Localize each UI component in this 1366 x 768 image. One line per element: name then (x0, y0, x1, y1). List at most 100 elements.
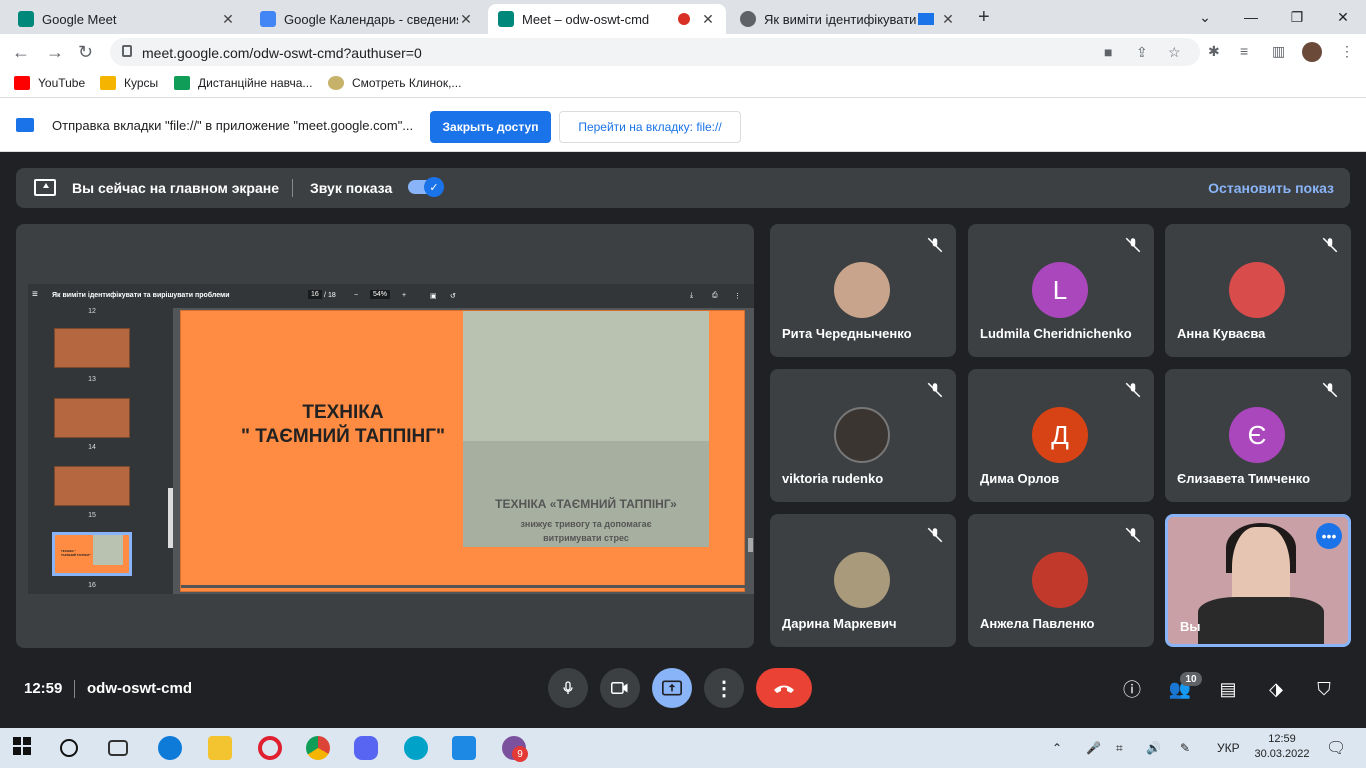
camera-icon[interactable]: ■ (1104, 44, 1112, 60)
profile-avatar[interactable] (1302, 42, 1322, 62)
participant-tile[interactable]: Анжела Павленко (968, 514, 1154, 647)
close-window-button[interactable]: ✕ (1320, 0, 1366, 34)
volume-icon[interactable]: 🔊 (1146, 741, 1161, 755)
back-button[interactable]: ← (12, 42, 30, 63)
tab-pdf[interactable]: Як виміти ідентифікувати та ✕ (730, 4, 966, 34)
mic-tray-icon[interactable]: 🎤 (1086, 741, 1101, 755)
microphone-button[interactable] (548, 668, 588, 708)
chat-button[interactable]: ▤ (1215, 676, 1241, 702)
system-clock[interactable]: 12:59 30.03.2022 (1254, 732, 1310, 762)
browser-toolbar: ← → ↻ meet.google.com/odw-oswt-cmd?authu… (0, 34, 1366, 70)
participant-tile[interactable]: L Ludmila Cheridnichenko (968, 224, 1154, 357)
file-explorer-icon[interactable] (208, 736, 232, 760)
participant-avatar (834, 552, 890, 608)
pdf-scrollbar (748, 538, 753, 552)
close-icon[interactable]: ✕ (220, 11, 236, 28)
more-icon: ⋮ (734, 293, 741, 300)
menu-icon[interactable]: ⋮ (1340, 43, 1354, 60)
participant-avatar (834, 262, 890, 318)
edge-icon[interactable] (158, 736, 182, 760)
windows-start-icon[interactable] (12, 736, 36, 760)
side-panel-icon[interactable]: ▥ (1272, 43, 1285, 60)
slide-subtitle: знижує тривогу та допомагає витримувати … (520, 519, 652, 543)
bookmark-courses[interactable]: Курсы (100, 76, 158, 90)
opera-icon[interactable] (258, 736, 282, 760)
host-controls-button[interactable]: ⛉ (1311, 676, 1337, 702)
divider (74, 680, 75, 698)
participant-avatar (834, 407, 890, 463)
hangup-icon (774, 685, 794, 693)
shield-icon: ⛉ (1317, 678, 1331, 699)
media-icon[interactable]: ≡ (1240, 43, 1248, 59)
language-indicator[interactable]: УКР (1217, 741, 1240, 755)
close-icon[interactable]: ✕ (700, 11, 716, 28)
mic-off-icon (1125, 527, 1141, 543)
minimize-button[interactable]: — (1228, 0, 1274, 34)
fit-page-icon: ▣ (430, 293, 437, 300)
notification-icon[interactable]: 🗨 (1326, 738, 1346, 758)
tab-search-button[interactable]: ⌄ (1182, 0, 1228, 34)
present-button[interactable] (652, 668, 692, 708)
more-options-button[interactable]: ⋮ (704, 668, 744, 708)
bookmark-watch[interactable]: Смотреть Клинок,... (328, 76, 461, 90)
activities-button[interactable]: ⬗ (1263, 676, 1289, 702)
tab-google-meet[interactable]: Google Meet ✕ (8, 4, 246, 34)
self-view-tile[interactable]: ••• Вы (1165, 514, 1351, 647)
clipchamp-icon[interactable] (404, 736, 428, 760)
camera-button[interactable] (600, 668, 640, 708)
more-options-icon[interactable]: ••• (1316, 523, 1342, 549)
close-icon[interactable]: ✕ (458, 11, 474, 28)
browser-tab-strip: Google Meet ✕ Google Календарь - сведени… (0, 0, 1366, 34)
reload-button[interactable]: ↻ (78, 42, 93, 63)
sound-toggle[interactable]: ✓ (408, 177, 444, 197)
screen-share-icon (16, 118, 34, 132)
star-icon[interactable]: ☆ (1168, 44, 1181, 61)
search-icon[interactable] (60, 739, 78, 757)
slide-page: ТЕХНІКА " ТАЄМНИЙ ТАППІНГ" ТЕХНІКА «ТАЄМ… (180, 310, 746, 592)
forward-button[interactable]: → (46, 42, 64, 63)
address-bar[interactable]: meet.google.com/odw-oswt-cmd?authuser=0 … (110, 38, 1200, 66)
mic-off-icon (1125, 382, 1141, 398)
discord-icon[interactable] (354, 736, 378, 760)
calendar-icon (260, 11, 276, 27)
participant-tile[interactable]: Рита Чередныченко (770, 224, 956, 357)
restore-button[interactable]: ❐ (1274, 0, 1320, 34)
chat-icon: ▤ (1219, 678, 1237, 699)
pdf-viewer: 12 13 14 15 ТЕХНІКА " ТАЄМНИЙ ТАППІНГ" 1… (28, 308, 754, 594)
participant-tile[interactable]: Д Дима Орлов (968, 369, 1154, 502)
bookmark-distance[interactable]: Дистанційне навча... (174, 76, 312, 90)
present-screen-icon (34, 179, 56, 196)
participant-avatar (1229, 262, 1285, 318)
share-icon[interactable]: ⇪ (1136, 44, 1148, 61)
tab-meet-active[interactable]: Meet – odw-oswt-cmd ✕ (488, 4, 726, 34)
mic-off-icon (927, 382, 943, 398)
leave-call-button[interactable] (756, 668, 812, 708)
participant-tile[interactable]: Анна Куваєва (1165, 224, 1351, 357)
participant-tile[interactable]: viktoria rudenko (770, 369, 956, 502)
chevron-up-icon[interactable]: ⌃ (1052, 741, 1062, 755)
pen-icon[interactable]: ✎ (1180, 741, 1190, 755)
go-to-tab-button[interactable]: Перейти на вкладку: file:// (559, 111, 741, 143)
mic-off-icon (927, 237, 943, 253)
more-vert-icon: ⋮ (714, 677, 734, 700)
stop-sharing-button[interactable]: Закрыть доступ (430, 111, 551, 143)
new-tab-button[interactable]: + (978, 6, 990, 29)
stop-presenting-button[interactable]: Остановить показ (1208, 180, 1334, 196)
print-icon: ⎙ (712, 292, 718, 299)
extensions-icon[interactable]: ✱ (1208, 43, 1220, 60)
windows-taskbar: 9 ⌃ 🎤 ⌗ 🔊 ✎ УКР 12:59 30.03.2022 🗨 (0, 728, 1366, 768)
participant-tile[interactable]: Є Єлизавета Тимченко (1165, 369, 1351, 502)
thumbnail-page (54, 466, 130, 506)
photos-icon[interactable] (452, 736, 476, 760)
bookmarks-bar: YouTube Курсы Дистанційне навча... Смотр… (0, 70, 1366, 98)
chrome-icon[interactable] (306, 736, 330, 760)
bookmark-youtube[interactable]: YouTube (14, 76, 85, 90)
meeting-details-button[interactable]: ⓘ (1119, 676, 1145, 702)
page-divider (181, 585, 746, 588)
mic-off-icon (927, 527, 943, 543)
network-icon[interactable]: ⌗ (1116, 741, 1123, 756)
participant-tile[interactable]: Дарина Маркевич (770, 514, 956, 647)
close-icon[interactable]: ✕ (940, 11, 956, 28)
tab-google-calendar[interactable]: Google Календарь - сведения о ✕ (250, 4, 484, 34)
task-view-icon[interactable] (108, 740, 128, 756)
